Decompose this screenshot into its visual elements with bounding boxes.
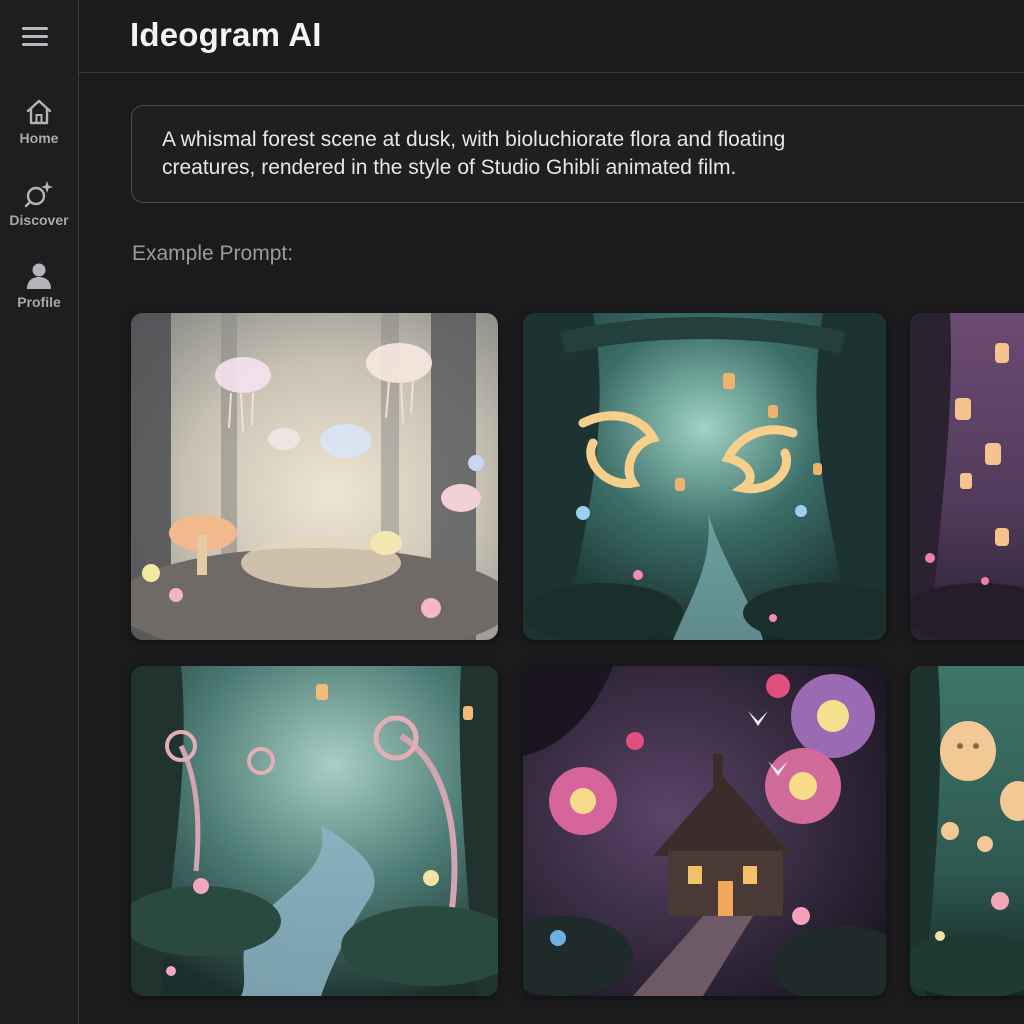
sidebar: Home Discover Profile — [0, 0, 79, 1024]
sidebar-item-discover[interactable]: Discover — [0, 179, 78, 249]
sidebar-item-label: Home — [19, 130, 59, 146]
sidebar-item-label: Profile — [17, 294, 61, 310]
home-icon — [26, 99, 52, 125]
app-window: Home Discover Profile Ideogram AI A whis… — [0, 0, 1024, 1024]
prompt-input[interactable]: A whismal forest scene at dusk, with bio… — [131, 105, 1024, 203]
app-title: Ideogram AI — [130, 16, 322, 53]
hamburger-menu-icon[interactable] — [22, 25, 48, 47]
example-image-forest-spirits[interactable] — [910, 666, 1024, 996]
example-image-spiral-stream[interactable] — [131, 666, 498, 996]
example-image-lantern-forest[interactable] — [910, 313, 1024, 640]
sidebar-item-home[interactable]: Home — [0, 97, 78, 167]
sidebar-item-profile[interactable]: Profile — [0, 261, 78, 331]
sidebar-item-label: Discover — [9, 212, 69, 228]
prompt-text: A whismal forest scene at dusk, with bio… — [162, 128, 786, 179]
top-bar: Ideogram AI — [79, 0, 1024, 73]
profile-icon — [27, 263, 51, 289]
example-image-jellyfish-forest[interactable] — [131, 313, 498, 640]
discover-sparkle-icon — [24, 181, 53, 208]
example-image-cottage-flowers[interactable] — [523, 666, 886, 996]
example-prompt-label: Example Prompt: — [132, 242, 294, 265]
example-image-dragon-lanterns[interactable] — [523, 313, 886, 640]
